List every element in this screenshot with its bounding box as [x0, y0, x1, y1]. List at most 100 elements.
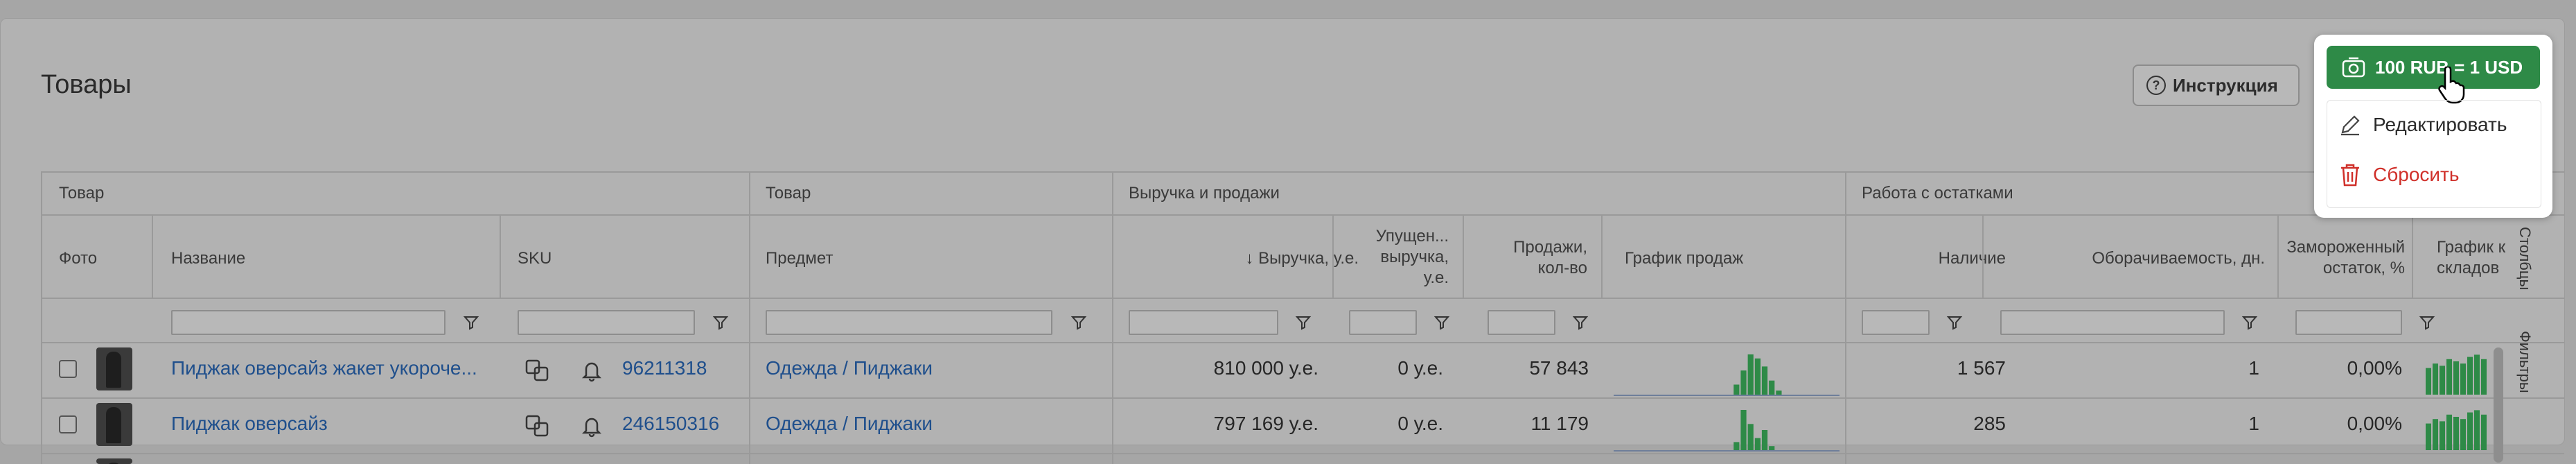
- warehouse-bar: [2474, 354, 2480, 395]
- row-checkbox[interactable]: [59, 360, 77, 378]
- divider: [2412, 214, 2413, 298]
- warehouse-bar: [2426, 368, 2431, 395]
- reset-rate-item[interactable]: Сбросить: [2338, 162, 2459, 187]
- filter-icon[interactable]: [2241, 314, 2258, 331]
- divider: [1845, 173, 1846, 464]
- col-header-sales[interactable]: Продажи, кол-во: [1470, 237, 1587, 279]
- trash-icon: [2341, 164, 2359, 187]
- lost-revenue-value: 0 у.е.: [1397, 357, 1443, 379]
- revenue-value: 797 169 у.е.: [1213, 413, 1318, 434]
- filter-icon[interactable]: [2419, 314, 2435, 331]
- filter-icon[interactable]: [463, 314, 479, 331]
- warehouse-chart[interactable]: [2426, 350, 2495, 395]
- filter-icon[interactable]: [1572, 314, 1589, 331]
- filter-icon[interactable]: [1070, 314, 1087, 331]
- filter-name-input[interactable]: [171, 310, 445, 335]
- sparkline-bar: [1747, 354, 1754, 395]
- divider: [42, 397, 2564, 399]
- subject-link[interactable]: Одежда / Пиджаки: [766, 357, 933, 379]
- currency-rate-button[interactable]: 100 RUB = 1 USD: [2327, 46, 2540, 89]
- sales-sparkline[interactable]: [1614, 352, 1840, 397]
- products-table: Товар Товар Выручка и продажи Работа с о…: [41, 171, 2564, 464]
- group-header-stock: Работа с остатками: [1862, 184, 2013, 203]
- frozen-value: 0,00%: [2347, 413, 2402, 434]
- divider: [42, 214, 2564, 216]
- turnover-value: 1: [2248, 413, 2259, 434]
- warehouse-bar: [2453, 417, 2459, 450]
- col-header-sales-chart[interactable]: График продаж: [1625, 248, 1743, 269]
- product-photo[interactable]: [96, 458, 132, 464]
- warehouse-bar: [2440, 366, 2445, 395]
- row-checkbox[interactable]: [59, 415, 77, 433]
- filter-lost-input[interactable]: [1349, 310, 1417, 335]
- divider: [42, 453, 2564, 454]
- filter-sku-input[interactable]: [518, 310, 695, 335]
- col-header-warehouse-line-2: складов: [2437, 259, 2500, 277]
- product-name-link[interactable]: Пиджак оверсайз: [171, 413, 328, 435]
- page-panel: Товары ? Инструкция Товар Товар Выручка …: [0, 18, 2565, 464]
- currency-rate-popup: 100 RUB = 1 USD Редактировать Сбросить: [2314, 35, 2552, 218]
- revenue-value: 810 000 у.е.: [1213, 357, 1318, 379]
- col-header-frozen-line-1: Замороженный: [2286, 238, 2405, 257]
- col-header-frozen[interactable]: Замороженный остаток, %: [2280, 237, 2405, 279]
- col-header-stock[interactable]: Наличие: [1844, 248, 2006, 269]
- sales-value: 11 179: [1530, 413, 1589, 434]
- vertical-scrollbar[interactable]: [2494, 347, 2503, 463]
- sparkline-bar: [1733, 442, 1740, 450]
- sparkline-bar: [1747, 424, 1754, 450]
- group-header-product-2: Товар: [766, 184, 811, 203]
- product-photo[interactable]: [96, 403, 132, 446]
- divider: [2277, 214, 2279, 298]
- sparkline-bar: [1754, 358, 1761, 395]
- col-header-lost-revenue[interactable]: Упущен... выручка, у.е.: [1359, 226, 1449, 289]
- col-header-name[interactable]: Название: [171, 248, 245, 269]
- copy-icon[interactable]: [524, 414, 552, 439]
- side-tabs: Столбцы Фильтры: [2509, 227, 2537, 463]
- hand-cursor-icon: [2438, 67, 2465, 104]
- warehouse-bar: [2440, 421, 2445, 450]
- bell-icon[interactable]: [580, 359, 603, 382]
- copy-icon[interactable]: [524, 359, 552, 384]
- filter-icon[interactable]: [1433, 314, 1450, 331]
- filter-revenue-input[interactable]: [1129, 310, 1278, 335]
- sku-link[interactable]: 96211318: [622, 357, 707, 379]
- filter-icon[interactable]: [1946, 314, 1963, 331]
- columns-side-tab[interactable]: Столбцы: [2516, 227, 2534, 290]
- sku-link[interactable]: 246150316: [622, 413, 719, 435]
- col-header-subject[interactable]: Предмет: [766, 248, 833, 269]
- filter-sales-input[interactable]: [1488, 310, 1555, 335]
- sparkline-bar: [1733, 384, 1740, 395]
- filter-turnover-input[interactable]: [2000, 310, 2225, 335]
- col-header-revenue[interactable]: ↓ Выручка, у.е.: [1199, 248, 1359, 269]
- col-header-turnover[interactable]: Оборачиваемость, дн.: [2024, 248, 2265, 269]
- warehouse-bar: [2481, 359, 2487, 395]
- col-header-sales-line-1: Продажи,: [1513, 238, 1587, 257]
- product-photo[interactable]: [96, 347, 132, 390]
- edit-rate-item[interactable]: Редактировать: [2338, 113, 2507, 137]
- filters-side-tab[interactable]: Фильтры: [2516, 331, 2534, 393]
- filter-subject-input[interactable]: [766, 310, 1052, 335]
- divider: [1601, 214, 1603, 298]
- turnover-value: 1: [2248, 357, 2259, 379]
- filter-stock-input[interactable]: [1862, 310, 1930, 335]
- sparkline-bar: [1769, 446, 1775, 450]
- filter-icon[interactable]: [1295, 314, 1312, 331]
- col-header-warehouse-chart[interactable]: График к складов: [2437, 237, 2505, 279]
- sales-value: 57 843: [1529, 357, 1589, 379]
- currency-rate-menu: Редактировать Сбросить: [2327, 100, 2541, 208]
- stock-value: 285: [1973, 413, 2006, 434]
- filter-frozen-input[interactable]: [2295, 310, 2402, 335]
- warehouse-chart[interactable]: [2426, 406, 2495, 450]
- bell-icon[interactable]: [580, 414, 603, 438]
- subject-link[interactable]: Одежда / Пиджаки: [766, 413, 933, 435]
- divider: [152, 214, 153, 298]
- col-header-sku[interactable]: SKU: [518, 248, 552, 269]
- frozen-value: 0,00%: [2347, 357, 2402, 379]
- warehouse-bar: [2426, 423, 2431, 450]
- warehouse-bar: [2433, 363, 2438, 395]
- product-name-link[interactable]: Пиджак оверсайз жакет укороче...: [171, 357, 477, 379]
- sales-sparkline[interactable]: [1614, 407, 1840, 453]
- filter-icon[interactable]: [712, 314, 729, 331]
- instruction-button[interactable]: ? Инструкция: [2133, 65, 2300, 106]
- col-header-photo[interactable]: Фото: [59, 248, 97, 269]
